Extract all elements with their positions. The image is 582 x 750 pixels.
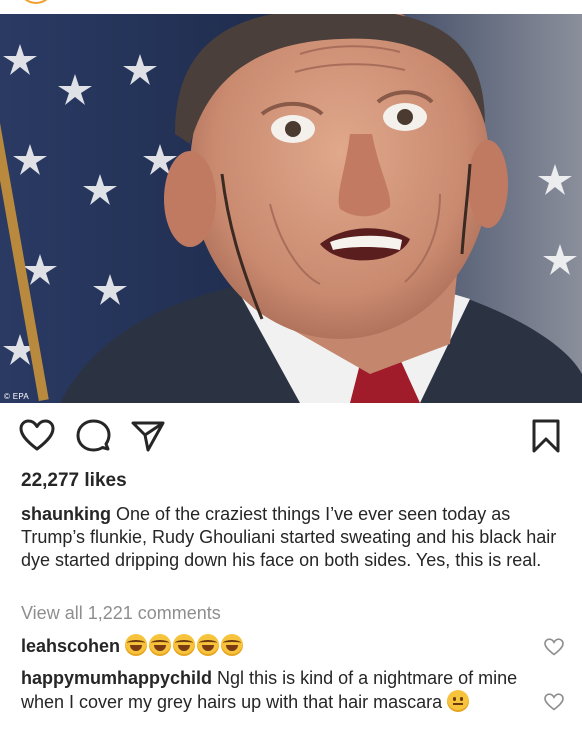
laughing-crying-emoji-icon <box>173 634 196 656</box>
avatar-ring-edge <box>18 0 54 4</box>
bookmark-icon <box>532 419 560 453</box>
previous-post-edge <box>0 0 582 14</box>
neutral-face-emoji-icon <box>447 690 470 712</box>
post-caption: shaunking One of the craziest things I’v… <box>21 503 566 572</box>
share-button[interactable] <box>130 418 166 454</box>
laughing-crying-emoji-icon <box>125 634 148 656</box>
post-photo[interactable]: © EPA <box>0 14 582 403</box>
laughing-crying-emoji-icon <box>197 634 220 656</box>
photo-illustration <box>0 14 582 403</box>
photo-credit: © EPA <box>4 392 30 401</box>
likes-count[interactable]: 22,277 likes <box>21 470 127 492</box>
like-button[interactable] <box>19 418 55 454</box>
comment-username[interactable]: happymumhappychild <box>21 668 212 688</box>
comment-bubble-icon <box>76 419 111 452</box>
heart-outline-icon <box>544 638 564 656</box>
comment-item: leahscohen <box>21 634 521 658</box>
comment-item: happymumhappychild Ngl this is kind of a… <box>21 667 521 714</box>
comment-button[interactable] <box>75 418 111 454</box>
comment-like-button[interactable] <box>544 638 564 656</box>
heart-outline-icon <box>544 693 564 711</box>
paper-plane-icon <box>131 421 165 452</box>
post-action-bar <box>0 418 582 458</box>
view-all-comments-link[interactable]: View all 1,221 comments <box>21 603 221 624</box>
caption-username[interactable]: shaunking <box>21 504 111 524</box>
comment-like-button[interactable] <box>544 693 564 711</box>
save-button[interactable] <box>528 418 564 454</box>
heart-icon <box>19 419 55 451</box>
laughing-crying-emoji-icon <box>149 634 172 656</box>
laughing-crying-emoji-icon <box>221 634 244 656</box>
comment-username[interactable]: leahscohen <box>21 636 120 656</box>
